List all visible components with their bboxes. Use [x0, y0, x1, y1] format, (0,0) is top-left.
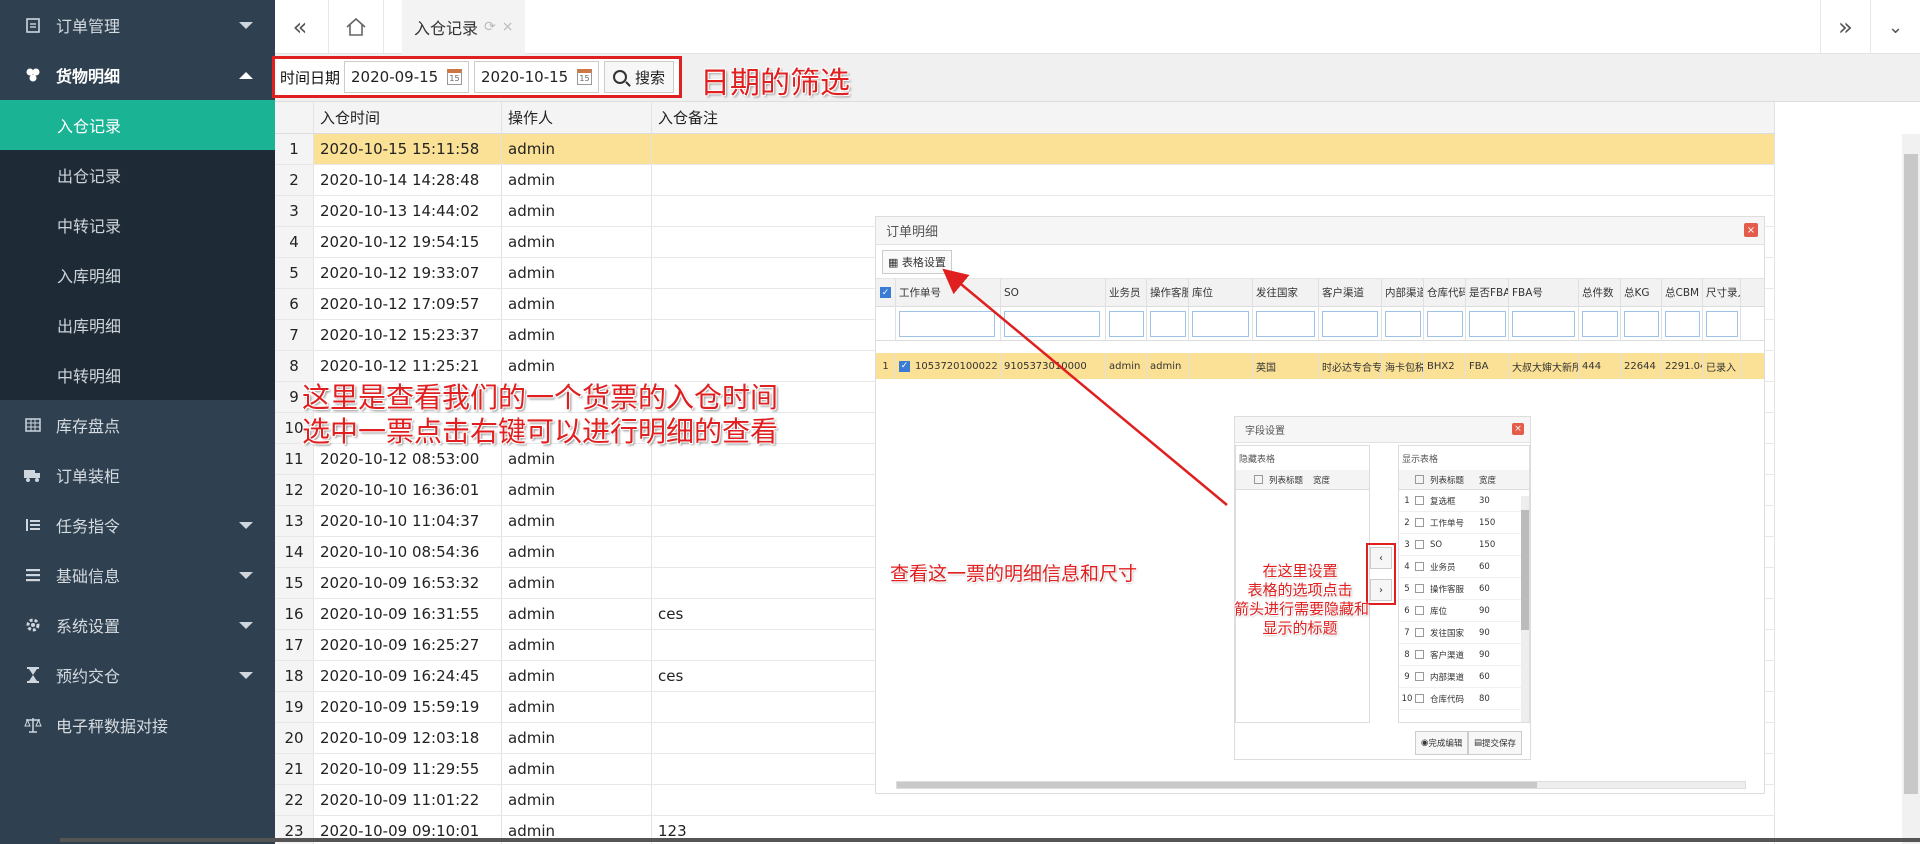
arrow-to-table-settings: [942, 268, 1228, 506]
annotation-arrows: [942, 268, 1228, 506]
